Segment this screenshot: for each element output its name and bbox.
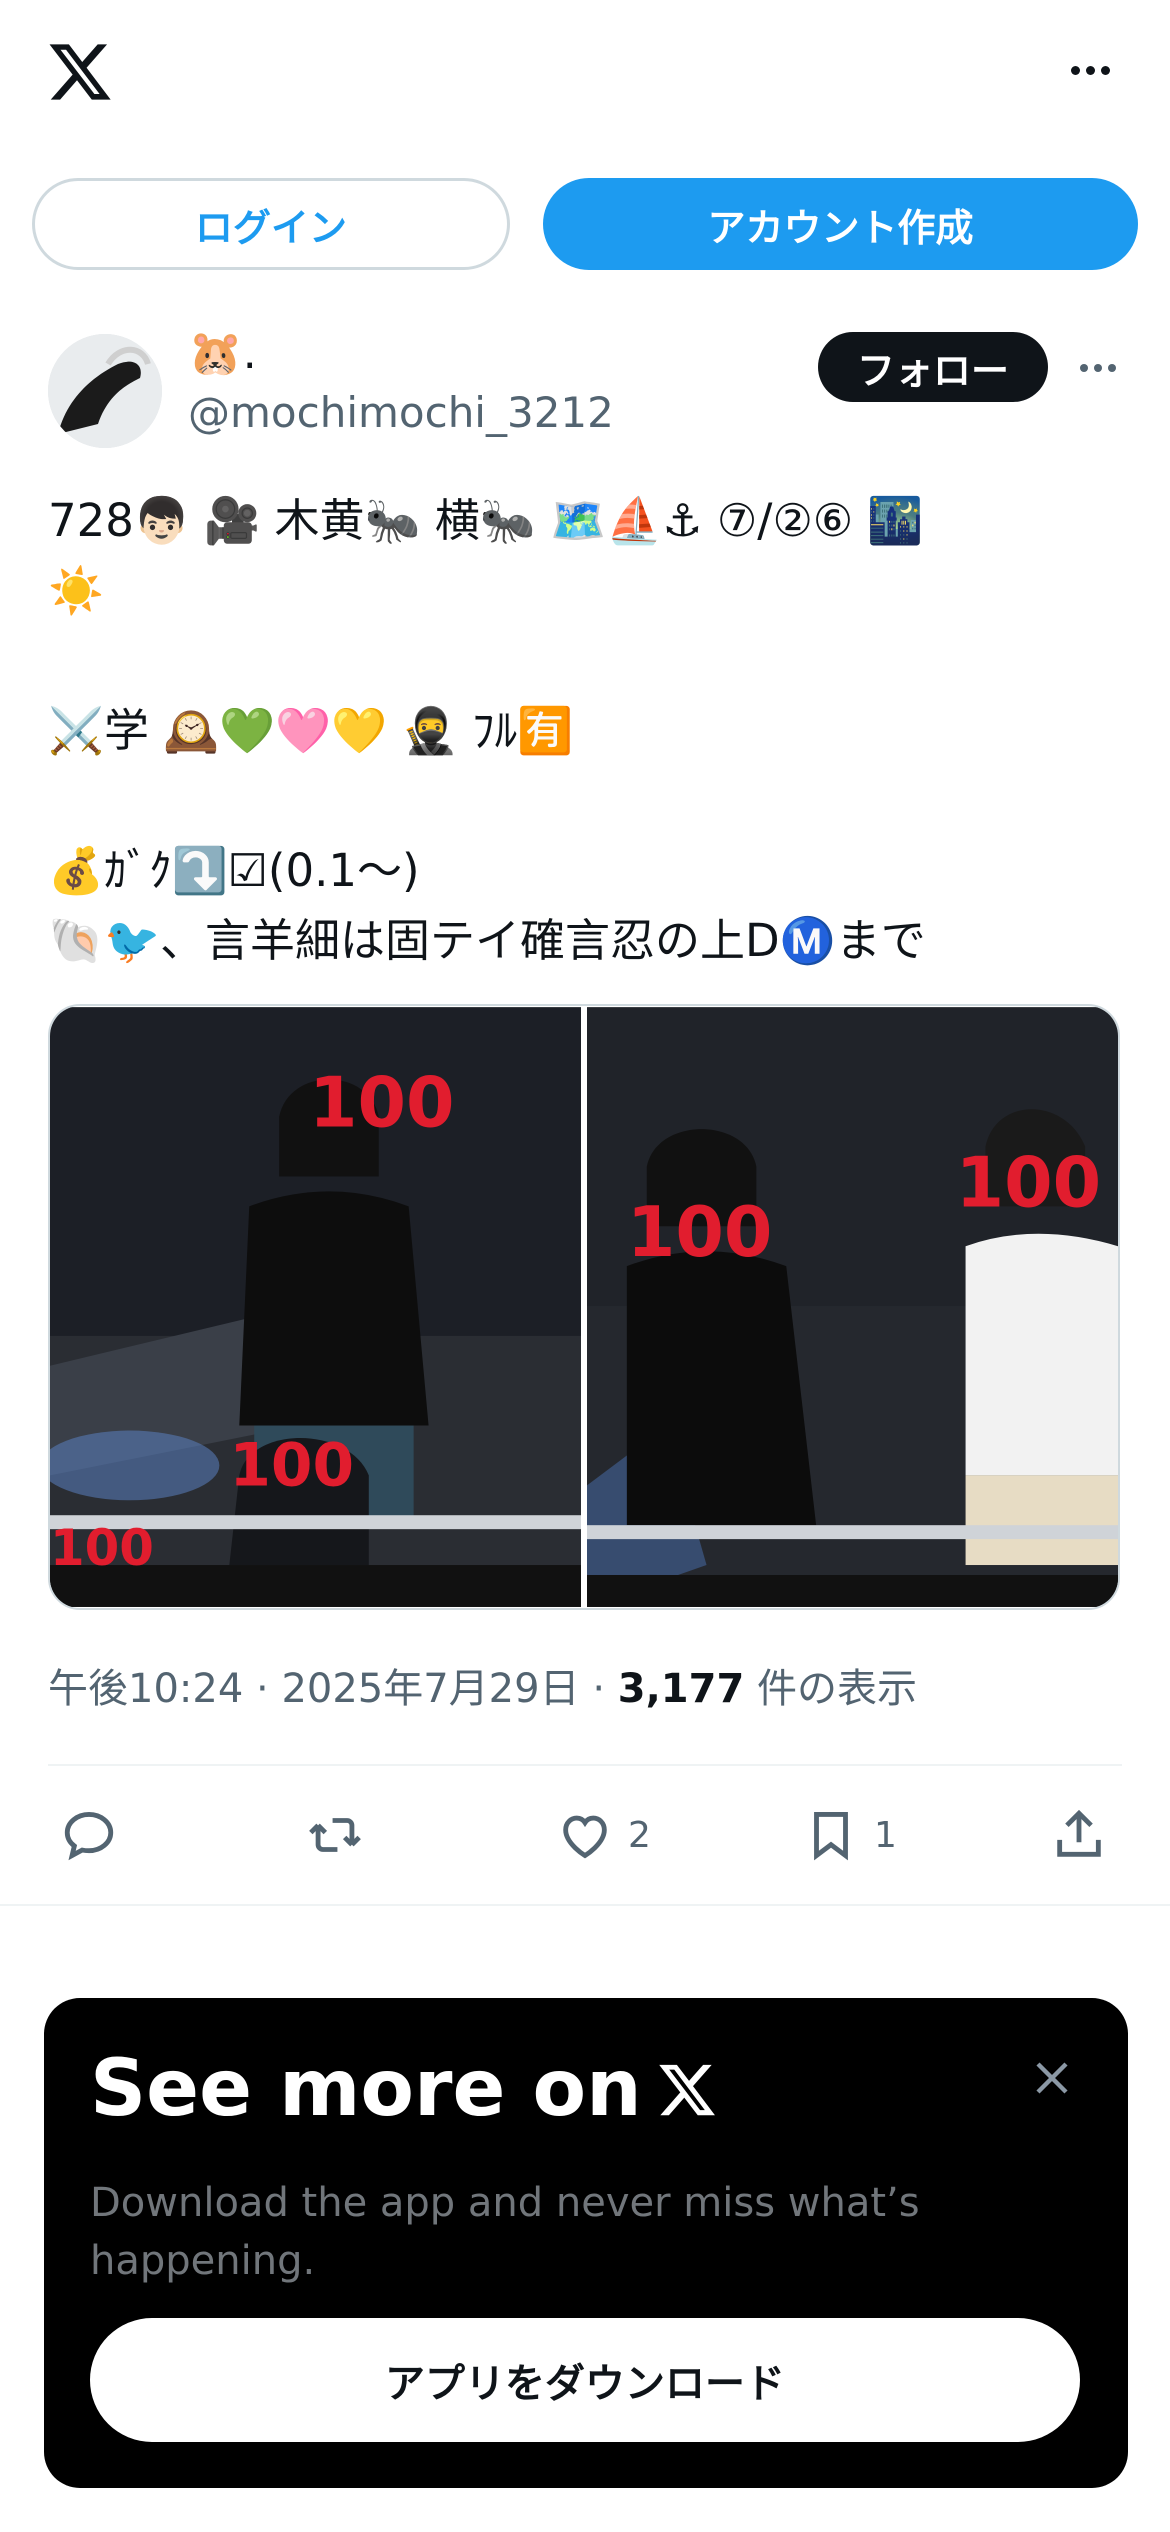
action-bar: 2 1 — [0, 1795, 1170, 1875]
share-button[interactable] — [1050, 1795, 1108, 1875]
x-logo-icon[interactable] — [46, 38, 114, 106]
top-bar — [0, 0, 1170, 160]
app-promo-card: See more on Download the app and never m… — [44, 1998, 1128, 2488]
promo-title: See more on — [90, 2044, 718, 2134]
post-meta: 午後10:24 · 2025年7月29日 · 3,177 件の表示 — [48, 1656, 917, 1714]
heart-icon — [563, 1815, 607, 1859]
repost-icon — [309, 1818, 361, 1852]
login-button[interactable]: ログイン — [32, 178, 510, 270]
avatar[interactable] — [48, 334, 162, 448]
bookmark-icon — [814, 1812, 848, 1861]
post-more-icon[interactable] — [1072, 350, 1124, 386]
svg-text:100: 100 — [627, 1192, 773, 1273]
divider — [48, 1764, 1122, 1766]
svg-text:100: 100 — [229, 1431, 354, 1500]
media-grid: 100 100 100 100 100 — [48, 1004, 1120, 1610]
like-button[interactable]: 2 — [556, 1795, 651, 1875]
views-count: 3,177 — [617, 1666, 745, 1712]
photo-1[interactable]: 100 100 100 — [50, 1006, 581, 1608]
meta-separator: · — [592, 1666, 606, 1712]
post-date[interactable]: 2025年7月29日 — [281, 1666, 579, 1712]
signup-button[interactable]: アカウント作成 — [543, 178, 1138, 270]
promo-subtitle: Download the app and never miss what’s h… — [90, 2180, 920, 2284]
tweet-text: 728👦🏻 🎥 木黄🐜 横🐜 🗺️⛵⚓ ⑦/②⑥ 🌃 ☀️ ⚔️学 🕰️💚🩷💛 … — [48, 494, 926, 967]
close-icon[interactable] — [1028, 2054, 1076, 2102]
like-count: 2 — [628, 1814, 651, 1856]
repost-button[interactable] — [306, 1795, 364, 1875]
post-time[interactable]: 午後10:24 — [48, 1666, 243, 1712]
photo-2[interactable]: 100 100 — [587, 1006, 1118, 1608]
bookmark-count: 1 — [874, 1814, 897, 1856]
display-name[interactable]: 🐹. — [188, 326, 257, 382]
reply-button[interactable] — [60, 1795, 118, 1875]
user-handle[interactable]: @mochimochi_3212 — [188, 388, 614, 437]
follow-button[interactable]: フォロー — [818, 332, 1048, 402]
reply-icon — [64, 1812, 114, 1861]
share-icon — [1057, 1809, 1101, 1857]
download-app-button[interactable]: アプリをダウンロード — [90, 2318, 1080, 2442]
svg-text:100: 100 — [50, 1519, 154, 1577]
more-horizontal-icon[interactable] — [1060, 50, 1120, 90]
meta-separator: · — [256, 1666, 269, 1712]
bookmark-button[interactable]: 1 — [802, 1795, 897, 1875]
divider — [0, 1904, 1170, 1906]
views-label: 件の表示 — [757, 1666, 917, 1712]
x-logo-icon — [658, 2064, 715, 2116]
svg-text:100: 100 — [956, 1142, 1102, 1223]
svg-text:100: 100 — [309, 1063, 455, 1144]
